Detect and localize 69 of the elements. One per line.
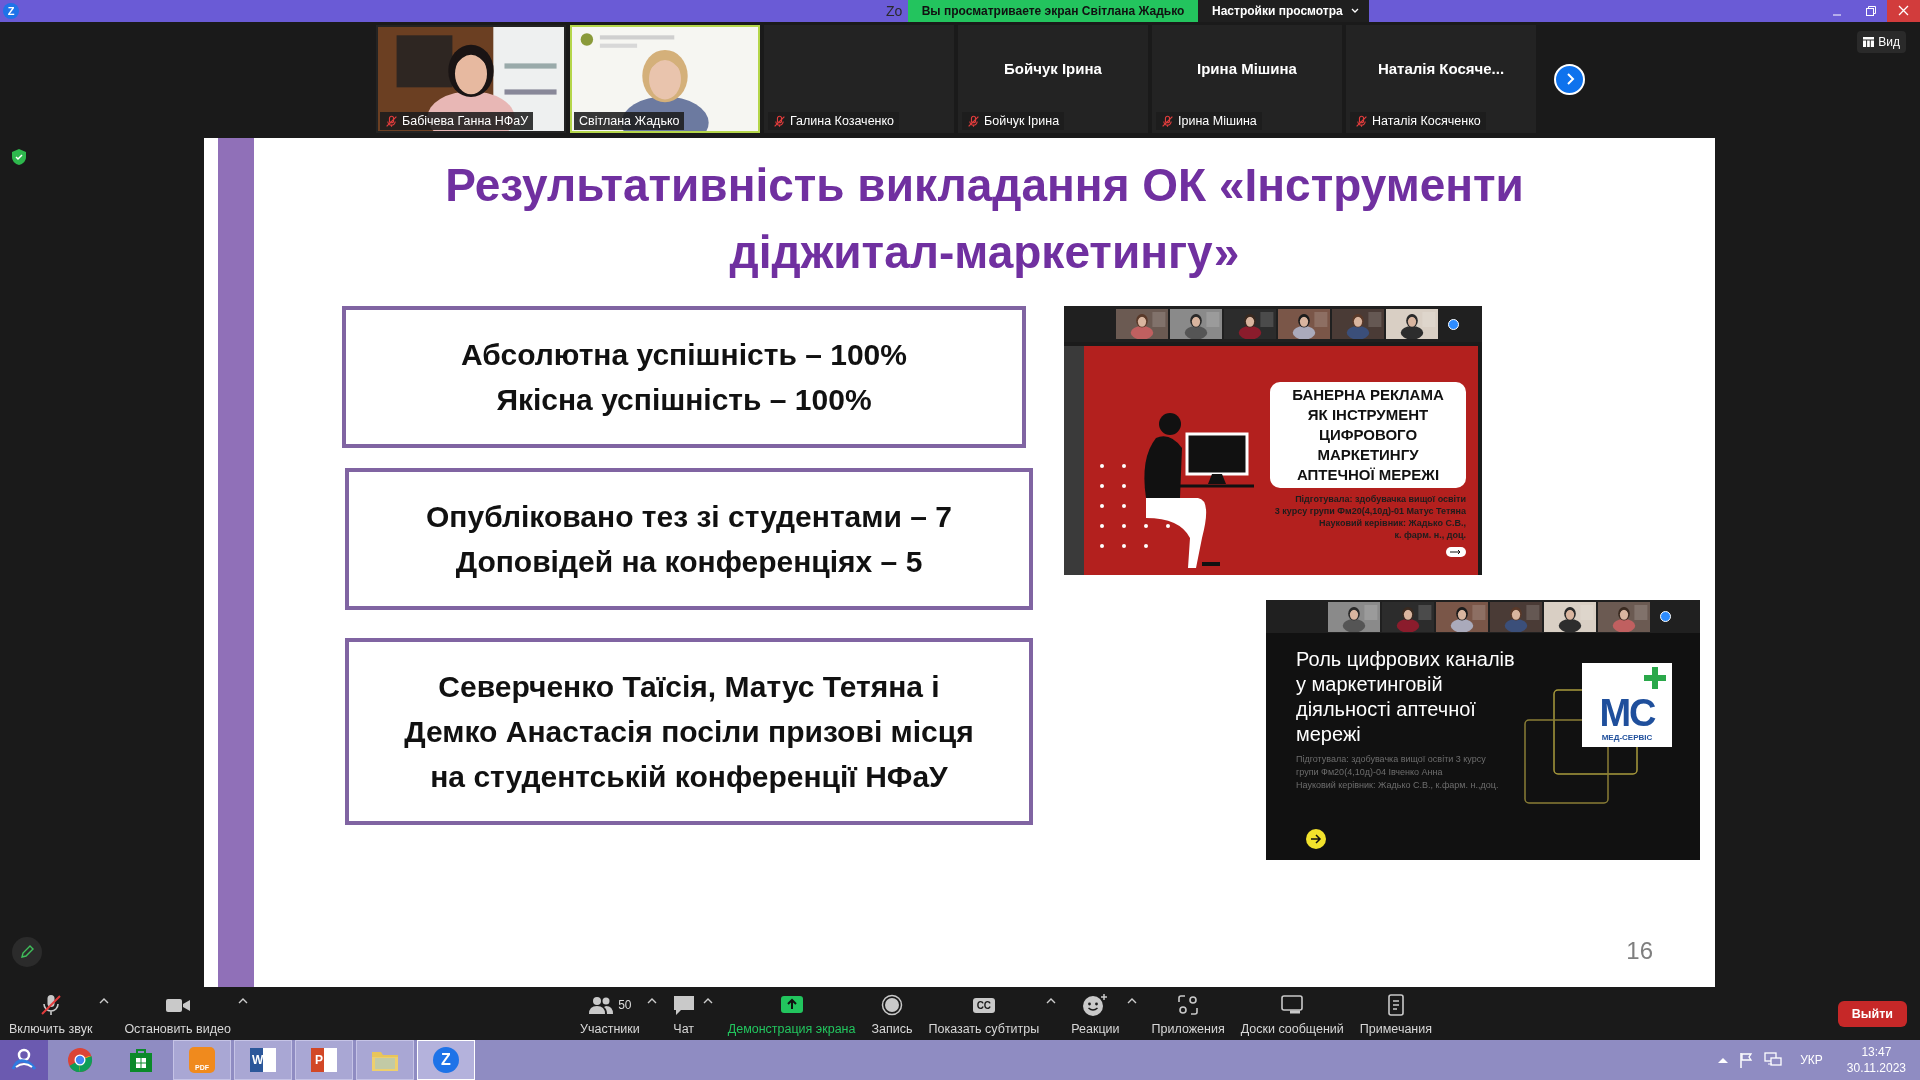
flag-icon[interactable] bbox=[1738, 1052, 1755, 1068]
toolbar-button[interactable]: Включить звук bbox=[4, 987, 98, 1040]
caret-icon bbox=[1351, 8, 1359, 14]
close-icon[interactable] bbox=[1887, 0, 1920, 22]
video-app-icon: Z bbox=[433, 1047, 459, 1073]
taskbar-button[interactable]: Z bbox=[417, 1040, 475, 1080]
result-box: Опубліковано тез зі студентами – 7 Доповідей на конференціях – 5 bbox=[345, 468, 1033, 610]
whiteboard-icon bbox=[1280, 994, 1305, 1016]
presentation-icon: P bbox=[311, 1048, 337, 1072]
people-icon bbox=[588, 995, 615, 1015]
slide-title: Результативність викладання ОК «Інструменти діджитал-маркетингу» bbox=[444, 158, 1525, 280]
apps-icon bbox=[1177, 994, 1200, 1016]
plus-icon bbox=[1644, 667, 1666, 689]
participant-name: Наталія Косяченко bbox=[1372, 114, 1481, 128]
view-options-dropdown[interactable]: Настройки просмотра bbox=[1198, 0, 1369, 22]
result-box: Северченко Таїсія, Матус Тетяна і Демко Анастасія посіли призові місця на студентській конференції НФаУ bbox=[345, 638, 1033, 825]
slide-credits: Підготувала: здобувачка вищої освіти 3 курсу групи Фм20(4,10д)-01 Матус Тетяна Науковий керівник: Жадько С.В., к. фарм. н., доц. bbox=[1274, 493, 1466, 541]
participant-name: Бойчук Ірина bbox=[984, 114, 1060, 128]
slide-heading: БАНЕРНА РЕКЛАМА ЯК ІНСТРУМЕНТ ЦИФРОВОГО МАРКЕТИНГУ АПТЕЧНОЇ МЕРЕЖІ bbox=[1270, 382, 1466, 488]
annotate-button[interactable] bbox=[12, 937, 42, 967]
toolbar-button[interactable]: Приложения bbox=[1146, 987, 1230, 1040]
shield-icon bbox=[12, 149, 26, 165]
participant-name: Ірина Мішина bbox=[1196, 58, 1298, 79]
toolbar-button[interactable]: Доски сообщений bbox=[1235, 987, 1349, 1040]
captions-icon: CC bbox=[972, 997, 996, 1013]
logo-mark: МС bbox=[1599, 693, 1655, 733]
toolbar-button[interactable]: Чат bbox=[666, 987, 701, 1040]
participant-name: Ірина Мішина bbox=[1178, 114, 1257, 128]
document-icon: W bbox=[250, 1048, 276, 1072]
record-icon bbox=[880, 994, 903, 1016]
caret-up-icon[interactable] bbox=[1718, 1057, 1729, 1063]
share-banner: Вы просматриваете экран Світлана Жадько bbox=[908, 0, 1198, 22]
pencil-icon bbox=[20, 945, 34, 959]
store-icon bbox=[128, 1047, 154, 1073]
people-icon bbox=[10, 1047, 38, 1073]
chat-icon bbox=[671, 994, 696, 1016]
browser-icon bbox=[67, 1047, 93, 1073]
arrow-icon bbox=[1446, 547, 1466, 557]
toolbar-button[interactable]: 50 Участники bbox=[575, 987, 645, 1040]
participant-name: Світлана Жадько bbox=[579, 114, 680, 128]
participant-count: 50 bbox=[618, 998, 632, 1012]
logo-caption: МЕД-СЕРВІС bbox=[1601, 733, 1653, 742]
smiley-icon bbox=[1082, 993, 1109, 1017]
page-number: 16 bbox=[1626, 937, 1653, 965]
grid-icon bbox=[1863, 37, 1875, 47]
taskbar-button[interactable]: W bbox=[234, 1040, 292, 1080]
leave-button[interactable]: Выйти bbox=[1837, 1000, 1907, 1027]
toolbar-button[interactable]: Примечания bbox=[1354, 987, 1437, 1040]
network-icon[interactable] bbox=[1764, 1052, 1783, 1068]
taskbar-button[interactable]: P bbox=[295, 1040, 353, 1080]
toolbar-button[interactable]: Запись bbox=[866, 987, 918, 1040]
toolbar-button[interactable]: Реакции bbox=[1066, 987, 1125, 1040]
participant-name: Наталія Косяче... bbox=[1376, 58, 1506, 79]
participant-name: Галина Козаченко bbox=[790, 114, 895, 128]
result-box: Абсолютна успішність – 100% Якісна успішність – 100% bbox=[342, 306, 1026, 448]
next-page-button[interactable] bbox=[1554, 63, 1585, 95]
toolbar-button[interactable]: CC Показать субтитры bbox=[923, 987, 1045, 1040]
view-button[interactable]: Вид bbox=[1857, 31, 1906, 53]
participant-name: Бойчук Ірина bbox=[1003, 58, 1103, 79]
window-title: Zo bbox=[886, 3, 904, 19]
app-logo: Z bbox=[3, 3, 19, 19]
slide-heading: Роль цифрових каналів у маркетинговій діяльності аптечної мережі bbox=[1295, 647, 1516, 747]
slide-credits: Підготувала: здобувачка вищої освіти 3 курсу групи Фм20(4,10д)-04 Івченко Анна Науковий керівник: Жадько С.В., к.фарм. н.,доц. bbox=[1295, 753, 1500, 792]
notes-icon bbox=[1385, 993, 1406, 1017]
participant-name: Бабічева Ганна НФаУ bbox=[402, 114, 529, 128]
taskbar-button[interactable] bbox=[0, 1040, 48, 1080]
share-screen-icon bbox=[779, 995, 804, 1015]
toolbar-button[interactable]: Остановить видео bbox=[119, 987, 236, 1040]
toolbar-button[interactable]: Демонстрация экрана bbox=[722, 987, 861, 1040]
